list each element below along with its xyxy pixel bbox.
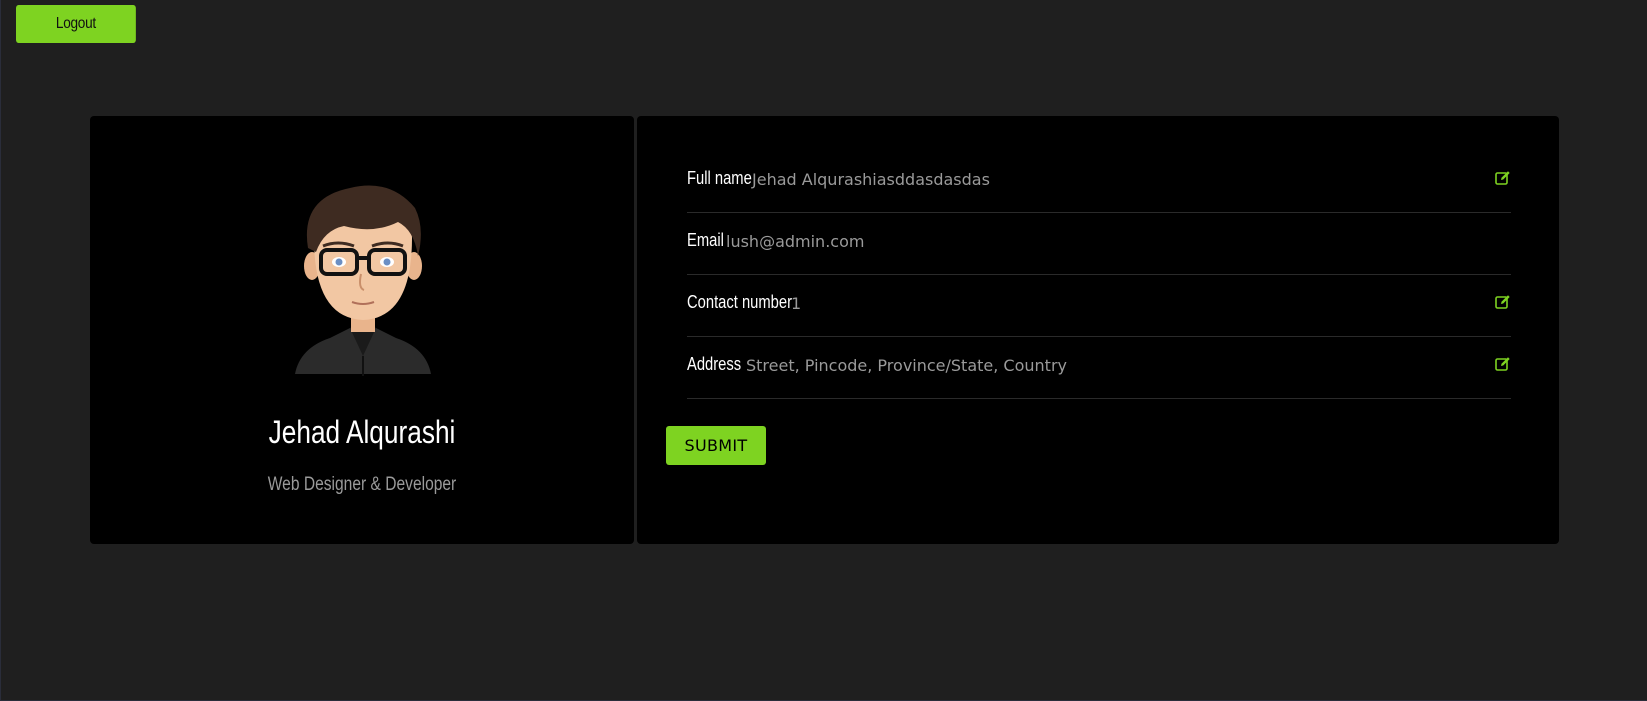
contact-value: 1 xyxy=(791,294,802,313)
address-row: Address Street, Pincode, Province/State,… xyxy=(687,336,1511,399)
full-name-label: Full name xyxy=(687,168,752,188)
address-label: Address xyxy=(687,354,742,374)
submit-button[interactable]: SUBMIT xyxy=(666,426,766,465)
email-row: Email lush@admin.com xyxy=(687,212,1511,275)
address-value: Street, Pincode, Province/State, Country xyxy=(746,356,1067,375)
profile-card: Jehad Alqurashi Web Designer & Developer xyxy=(90,116,634,544)
edit-icon[interactable] xyxy=(1495,356,1511,372)
contact-row: Contact number 1 xyxy=(687,274,1511,337)
edit-icon[interactable] xyxy=(1495,170,1511,186)
email-value: lush@admin.com xyxy=(726,232,865,251)
profile-role: Web Designer & Developer xyxy=(267,474,457,495)
profile-name: Jehad Alqurashi xyxy=(268,414,456,450)
logout-button[interactable]: Logout xyxy=(16,5,136,43)
details-card: Full name Jehad Alqurashiasddasdasdas Em… xyxy=(637,116,1559,544)
avatar xyxy=(295,185,431,376)
full-name-row: Full name Jehad Alqurashiasddasdasdas xyxy=(687,150,1511,213)
edit-icon[interactable] xyxy=(1495,294,1511,310)
email-label: Email xyxy=(687,230,724,250)
contact-label: Contact number xyxy=(687,292,793,312)
full-name-value: Jehad Alqurashiasddasdasdas xyxy=(752,170,990,189)
